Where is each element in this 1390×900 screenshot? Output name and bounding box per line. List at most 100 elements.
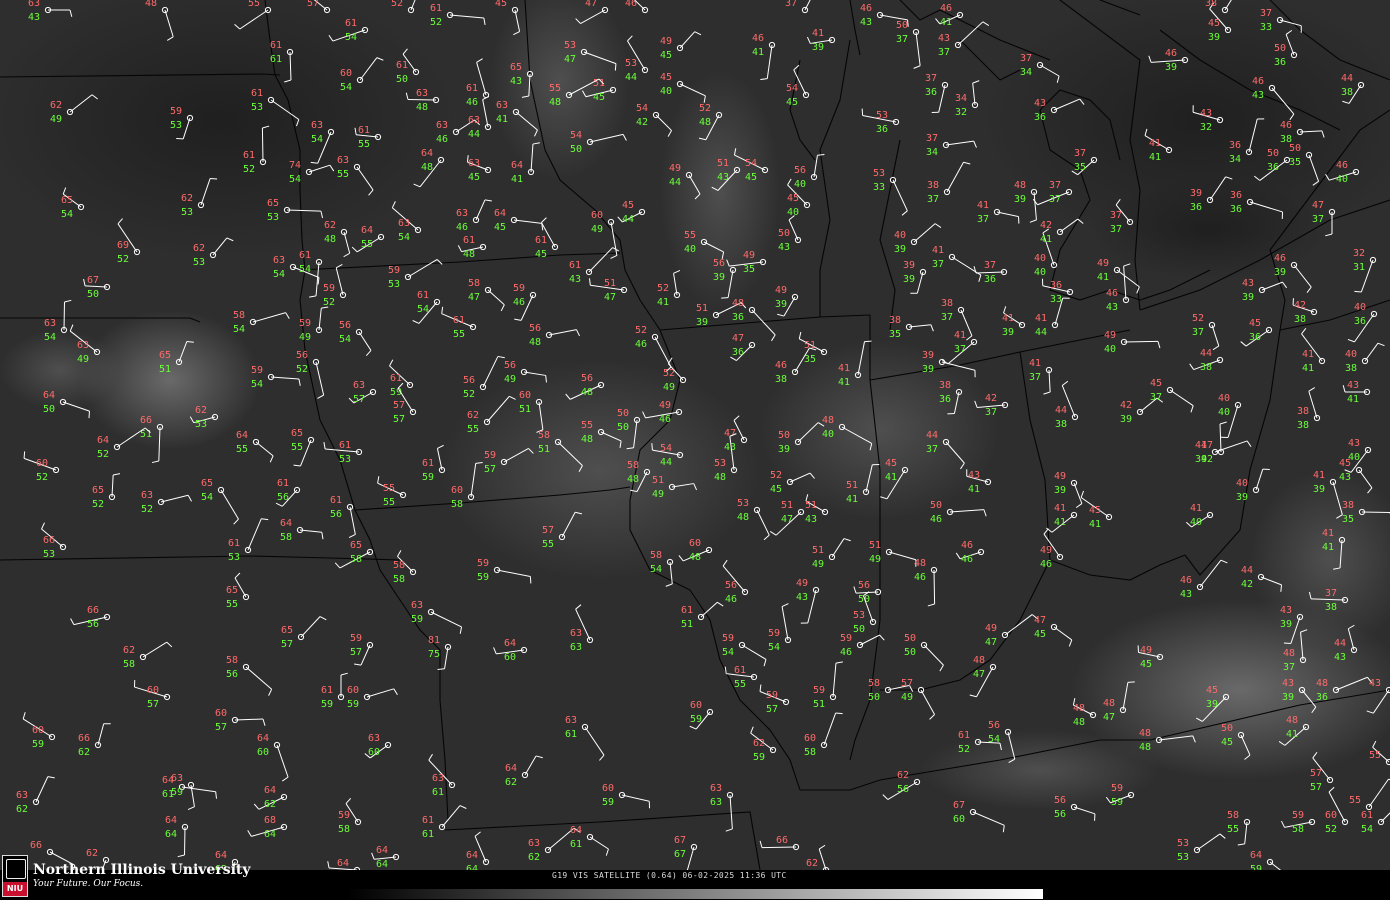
station-temperature: 61 [466, 83, 478, 94]
station-temperature: 61 [358, 125, 370, 136]
station-dewpoint: 57 [147, 699, 159, 710]
station-dewpoint: 48 [324, 234, 336, 245]
station-temperature: 63 [411, 600, 423, 611]
station-dewpoint: 46 [840, 647, 852, 658]
station-dewpoint: 56 [330, 509, 342, 520]
station-dewpoint: 58 [393, 574, 405, 585]
station-temperature: 37 [1074, 148, 1086, 159]
station-dewpoint: 53 [193, 257, 205, 268]
station-temperature: 37 [1260, 8, 1272, 19]
station-dewpoint: 43 [1180, 589, 1192, 600]
station-temperature: 53 [1177, 838, 1189, 849]
station-temperature: 57 [307, 0, 319, 9]
station-temperature: 38 [1342, 500, 1354, 511]
station-dewpoint: 45 [660, 50, 672, 61]
station-temperature: 44 [1241, 565, 1253, 576]
station-dewpoint: 43 [805, 514, 817, 525]
satellite-label: G19 VIS SATELLITE (0.64) 06-02-2025 11:3… [552, 871, 787, 880]
station-temperature: 46 [1336, 160, 1348, 171]
niu-seal-icon [6, 859, 26, 879]
station-temperature: 53 [564, 40, 576, 51]
station-temperature: 37 [1049, 180, 1061, 191]
station-dewpoint: 41 [846, 494, 858, 505]
station-temperature: 62 [193, 243, 205, 254]
station-temperature: 43 [1034, 98, 1046, 109]
station-dewpoint: 46 [659, 414, 671, 425]
station-dewpoint: 63 [570, 642, 582, 653]
station-dewpoint: 41 [885, 472, 897, 483]
station-dewpoint: 50 [617, 422, 629, 433]
station-dewpoint: 44 [669, 177, 681, 188]
station-dewpoint: 35 [1074, 162, 1086, 173]
station-dewpoint: 52 [430, 17, 442, 28]
station-dewpoint: 38 [1294, 314, 1306, 325]
station-temperature: 66 [78, 733, 90, 744]
station-temperature: 51 [652, 475, 664, 486]
wind-barb-staff [933, 569, 936, 605]
station-temperature: 49 [1104, 330, 1116, 341]
station-dewpoint: 41 [511, 174, 523, 185]
station-temperature: 55 [248, 0, 260, 9]
station-dewpoint: 41 [1302, 363, 1314, 374]
station-dewpoint: 47 [1103, 712, 1115, 723]
station-temperature: 61 [243, 150, 255, 161]
station-temperature: 60 [340, 68, 352, 79]
station-dewpoint: 56 [897, 784, 909, 795]
station-temperature: 39 [922, 350, 934, 361]
station-temperature: 44 [1341, 73, 1353, 84]
station-dewpoint: 51 [538, 444, 550, 455]
station-temperature: 45 [885, 458, 897, 469]
station-temperature: 51 [805, 500, 817, 511]
station-dewpoint: 40 [1104, 344, 1116, 355]
station-temperature: 61 [430, 3, 442, 14]
station-dewpoint: 40 [1190, 517, 1202, 528]
station-dewpoint: 39 [1120, 414, 1132, 425]
station-temperature: 63 [141, 490, 153, 501]
station-temperature: 54 [636, 103, 648, 114]
station-temperature: 61 [251, 88, 263, 99]
station-temperature: 60 [36, 458, 48, 469]
station-temperature: 50 [1274, 43, 1286, 54]
station-dewpoint: 61 [570, 839, 582, 850]
station-dewpoint: 58 [804, 747, 816, 758]
station-temperature: 59 [722, 633, 734, 644]
station-temperature: 57 [542, 525, 554, 536]
station-temperature: 58 [226, 655, 238, 666]
station-temperature: 64 [257, 733, 269, 744]
station-dewpoint: 40 [1348, 452, 1360, 463]
station-temperature: 37 [926, 133, 938, 144]
station-temperature: 46 [860, 3, 872, 14]
station-dewpoint: 54 [768, 642, 780, 653]
station-temperature: 38 [941, 298, 953, 309]
station-temperature: 59 [513, 283, 525, 294]
station-temperature: 46 [1106, 288, 1118, 299]
satellite-map: 63 43 48 55 57 52 61 52 45 47 46 37 46 43 50 37 46 41 45 39… [0, 0, 1390, 870]
station-dewpoint: 54 [650, 564, 662, 575]
station-dewpoint: 63 [710, 797, 722, 808]
station-dewpoint: 53 [267, 212, 279, 223]
station-temperature: 46 [1252, 76, 1264, 87]
station-dewpoint: 48 [581, 387, 593, 398]
station-dewpoint: 35 [1342, 514, 1354, 525]
station-temperature: 65 [267, 198, 279, 209]
grayscale-colorbar [347, 889, 1043, 899]
station-dewpoint: 37 [896, 34, 908, 45]
station-dewpoint: 37 [1150, 392, 1162, 403]
station-temperature: 62 [123, 645, 135, 656]
station-dewpoint: 36 [1034, 112, 1046, 123]
station-dewpoint: 43 [724, 442, 736, 453]
station-dewpoint: 41 [1347, 394, 1359, 405]
station-dewpoint: 57 [353, 394, 365, 405]
station-dewpoint: 49 [591, 224, 603, 235]
station-temperature: 64 [337, 858, 349, 869]
station-dewpoint: 53 [43, 549, 55, 560]
station-dewpoint: 50 [570, 144, 582, 155]
station-dewpoint: 54 [201, 492, 213, 503]
station-temperature: 46 [752, 33, 764, 44]
station-dewpoint: 45 [494, 222, 506, 233]
station-dewpoint: 38 [1345, 363, 1357, 374]
station-temperature: 40 [1236, 478, 1248, 489]
station-temperature: 61 [228, 538, 240, 549]
station-dewpoint: 38 [1325, 602, 1337, 613]
station-dewpoint: 45 [1140, 659, 1152, 670]
